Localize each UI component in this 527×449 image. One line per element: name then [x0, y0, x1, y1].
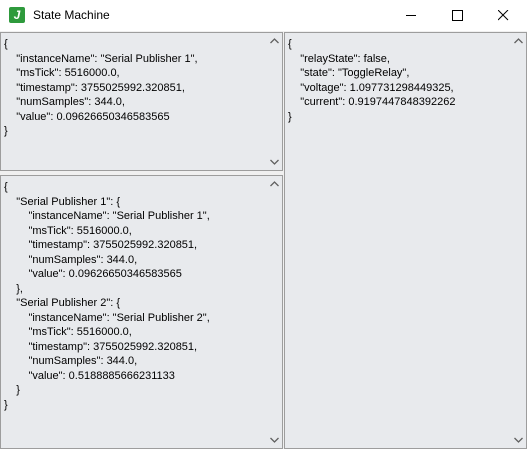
scroll-up-icon[interactable]: [270, 38, 279, 44]
minimize-icon: [406, 15, 416, 16]
vertical-scrollbar[interactable]: [267, 176, 282, 448]
publishers-json: { "Serial Publisher 1": { "instanceName"…: [4, 181, 210, 411]
window-content: { "instanceName": "Serial Publisher 1", …: [0, 31, 527, 449]
scroll-up-icon[interactable]: [514, 38, 523, 44]
scroll-down-icon[interactable]: [270, 159, 279, 165]
app-icon: J: [9, 7, 25, 23]
scroll-up-icon[interactable]: [270, 181, 279, 187]
close-icon: [498, 10, 509, 21]
instance-state-json: { "instanceName": "Serial Publisher 1", …: [4, 38, 198, 137]
relay-state-text-area[interactable]: { "relayState": false, "state": "ToggleR…: [284, 32, 527, 449]
relay-state-json: { "relayState": false, "state": "ToggleR…: [288, 38, 456, 123]
window-title: State Machine: [33, 8, 110, 22]
publishers-text-area[interactable]: { "Serial Publisher 1": { "instanceName"…: [0, 175, 283, 449]
minimize-button[interactable]: [389, 0, 435, 31]
maximize-icon: [452, 10, 463, 21]
vertical-scrollbar[interactable]: [267, 33, 282, 170]
scroll-down-icon[interactable]: [514, 437, 523, 443]
scroll-down-icon[interactable]: [270, 437, 279, 443]
close-button[interactable]: [481, 0, 527, 31]
vertical-scrollbar[interactable]: [511, 33, 526, 448]
instance-state-text-area[interactable]: { "instanceName": "Serial Publisher 1", …: [0, 32, 283, 171]
maximize-button[interactable]: [435, 0, 481, 31]
title-bar: J State Machine: [0, 0, 527, 31]
